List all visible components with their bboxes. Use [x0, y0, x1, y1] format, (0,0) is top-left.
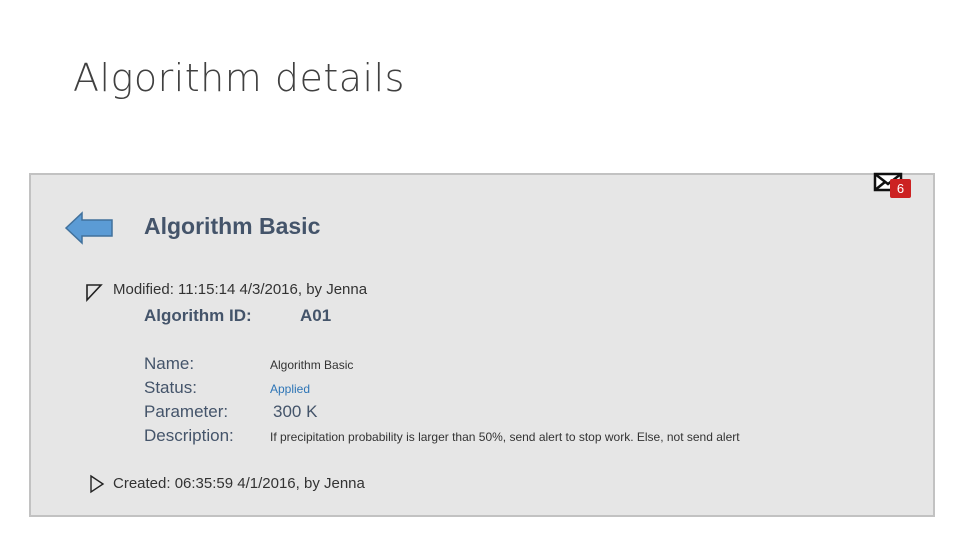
name-label: Name: — [144, 354, 195, 373]
status-label: Status: — [144, 378, 197, 397]
modified-info: Modified: 11:15:14 4/3/2016, by Jenna — [113, 281, 368, 298]
name-value: Algorithm Basic — [270, 358, 354, 372]
description-value: If precipitation probability is larger t… — [270, 430, 740, 444]
collapse-triangle-icon[interactable] — [85, 283, 103, 303]
parameter-value: 300 K — [273, 402, 318, 421]
created-info: Created: 06:35:59 4/1/2016, by Jenna — [113, 475, 365, 492]
parameter-label: Parameter: — [144, 402, 229, 421]
page-title: Algorithm details — [73, 56, 405, 100]
arrow-left-icon[interactable] — [64, 210, 114, 246]
notification-badge[interactable]: 6 — [890, 179, 911, 198]
algorithm-heading: Algorithm Basic — [144, 213, 321, 239]
expand-triangle-icon[interactable] — [88, 474, 106, 494]
status-value: Applied — [270, 382, 311, 396]
algorithm-id-label: Algorithm ID: — [144, 306, 252, 325]
description-label: Description: — [144, 426, 234, 445]
algorithm-id-value: A01 — [300, 306, 332, 325]
